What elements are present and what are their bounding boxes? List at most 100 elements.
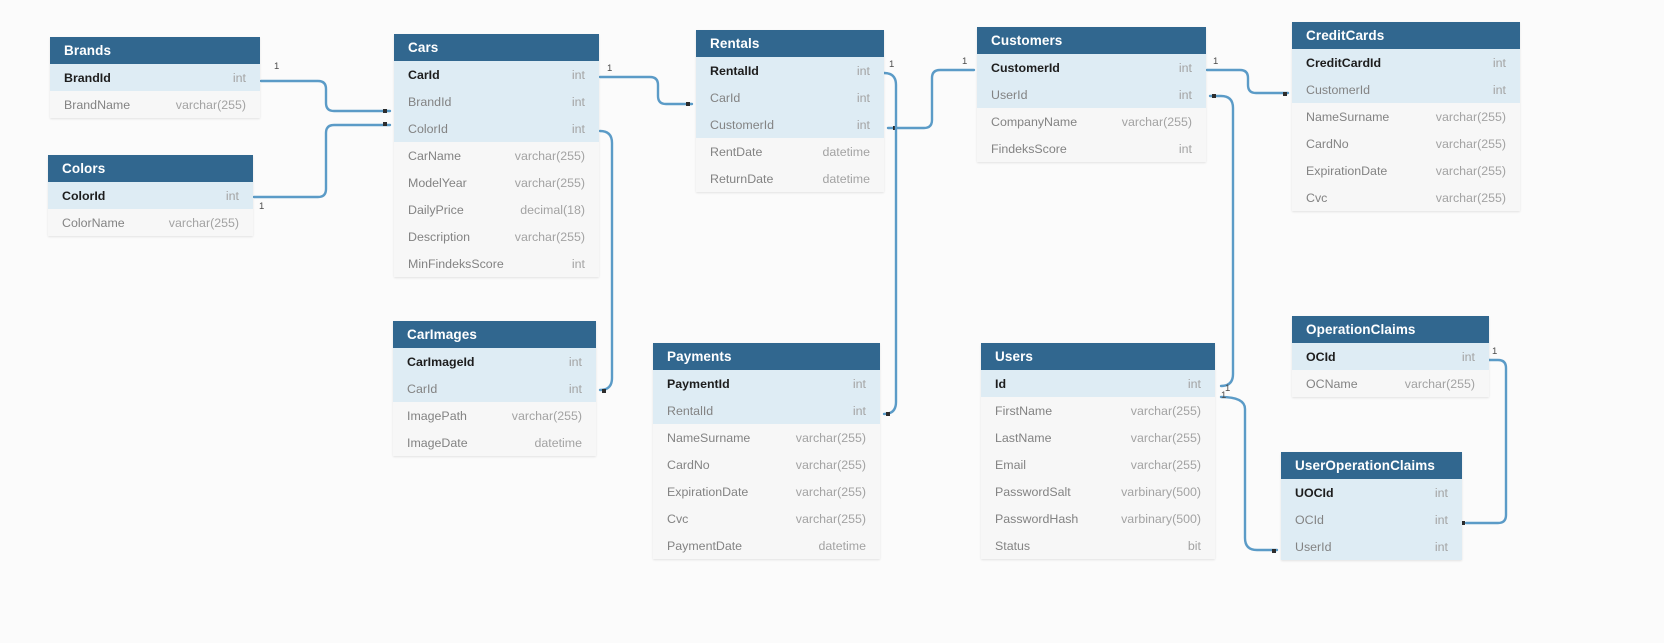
attribute-row[interactable]: CustomerId int: [1292, 76, 1520, 103]
attribute-row[interactable]: OCName varchar(255): [1292, 370, 1489, 397]
attribute-name: UserId: [991, 87, 1028, 102]
attribute-row[interactable]: Status bit: [981, 532, 1215, 559]
entity-payments[interactable]: Payments PaymentId int RentalId int NameSurna…: [653, 343, 880, 559]
attribute-row[interactable]: RentalId int: [696, 57, 884, 84]
link-cars-rentals: [598, 75, 694, 106]
attribute-type: varbinary(500): [1121, 484, 1201, 499]
attribute-row[interactable]: CarId int: [393, 375, 596, 402]
entity-carimages[interactable]: CarImages CarImageId int CarId int ImagePath v…: [393, 321, 596, 456]
attribute-row[interactable]: ColorName varchar(255): [48, 209, 253, 236]
attribute-name: BrandId: [64, 70, 111, 85]
attribute-row[interactable]: UserId int: [1281, 533, 1462, 560]
attribute-row[interactable]: Cvc varchar(255): [1292, 184, 1520, 211]
attribute-row[interactable]: ColorId int: [48, 182, 253, 209]
link-cars-carimages: [598, 129, 614, 392]
attribute-name: ExpirationDate: [1306, 163, 1388, 178]
attribute-name: RentDate: [710, 144, 763, 159]
attribute-type: int: [1178, 87, 1192, 102]
attribute-type: varchar(255): [1435, 109, 1506, 124]
attribute-row[interactable]: CustomerId int: [977, 54, 1206, 81]
attribute-row[interactable]: FindeksScore int: [977, 135, 1206, 162]
attribute-type: int: [568, 381, 582, 396]
attribute-row[interactable]: NameSurname varchar(255): [1292, 103, 1520, 130]
attribute-row[interactable]: RentDate datetime: [696, 138, 884, 165]
entity-rentals[interactable]: Rentals RentalId int CarId int CustomerId int R…: [696, 30, 884, 192]
attribute-row[interactable]: OCId int: [1281, 506, 1462, 533]
attribute-row[interactable]: Email varchar(255): [981, 451, 1215, 478]
one-cardinality-label: 1: [1213, 56, 1219, 67]
attribute-row[interactable]: PasswordSalt varbinary(500): [981, 478, 1215, 505]
attribute-row[interactable]: CardNo varchar(255): [653, 451, 880, 478]
attribute-row[interactable]: ImagePath varchar(255): [393, 402, 596, 429]
attribute-row[interactable]: CreditCardId int: [1292, 49, 1520, 76]
attribute-name: PaymentDate: [667, 538, 743, 553]
attribute-row[interactable]: ModelYear varchar(255): [394, 169, 599, 196]
attribute-type: int: [571, 121, 585, 136]
attribute-name: PaymentId: [667, 376, 730, 391]
entity-title-users: Users: [981, 343, 1215, 370]
attribute-type: varchar(255): [795, 430, 866, 445]
attribute-row[interactable]: CustomerId int: [696, 111, 884, 138]
attribute-type: varchar(255): [514, 148, 585, 163]
attribute-row[interactable]: CarId int: [696, 84, 884, 111]
entity-title-colors: Colors: [48, 155, 253, 182]
attribute-row[interactable]: DailyPrice decimal(18): [394, 196, 599, 223]
attribute-row[interactable]: FirstName varchar(255): [981, 397, 1215, 424]
attribute-type: bit: [1187, 538, 1201, 553]
attribute-row[interactable]: LastName varchar(255): [981, 424, 1215, 451]
attribute-row[interactable]: CarImageId int: [393, 348, 596, 375]
entity-cars[interactable]: Cars CarId int BrandId int ColorId int CarName v…: [394, 34, 599, 277]
many-cardinality-marker: [383, 122, 387, 126]
attribute-name: PasswordSalt: [995, 484, 1071, 499]
entity-users[interactable]: Users Id int FirstName varchar(255) LastName v…: [981, 343, 1215, 559]
attribute-row[interactable]: ExpirationDate varchar(255): [653, 478, 880, 505]
attribute-row[interactable]: MinFindeksScore int: [394, 250, 599, 277]
attribute-row[interactable]: CarName varchar(255): [394, 142, 599, 169]
entity-brands[interactable]: Brands BrandId int BrandName varchar(255): [50, 37, 260, 118]
attribute-row[interactable]: ExpirationDate varchar(255): [1292, 157, 1520, 184]
attribute-row[interactable]: ColorId int: [394, 115, 599, 142]
entity-creditcards[interactable]: CreditCards CreditCardId int CustomerId int N…: [1292, 22, 1520, 211]
entity-colors[interactable]: Colors ColorId int ColorName varchar(255): [48, 155, 253, 236]
attribute-row[interactable]: BrandId int: [50, 64, 260, 91]
attribute-row[interactable]: CompanyName varchar(255): [977, 108, 1206, 135]
attribute-row[interactable]: UOCId int: [1281, 479, 1462, 506]
attribute-type: int: [571, 67, 585, 82]
attribute-row[interactable]: ImageDate datetime: [393, 429, 596, 456]
attribute-row[interactable]: NameSurname varchar(255): [653, 424, 880, 451]
attribute-row[interactable]: RentalId int: [653, 397, 880, 424]
entity-useroperationclaims[interactable]: UserOperationClaims UOCId int OCId int UserId…: [1281, 452, 1462, 560]
many-cardinality-marker: [383, 109, 387, 113]
attribute-name: FirstName: [995, 403, 1053, 418]
er-diagram-canvas: Brands BrandId int BrandName varchar(255) Col…: [0, 0, 1664, 643]
attribute-name: CompanyName: [991, 114, 1078, 129]
attribute-row[interactable]: PaymentId int: [653, 370, 880, 397]
attribute-row[interactable]: CarId int: [394, 61, 599, 88]
attribute-type: int: [856, 63, 870, 78]
attribute-row[interactable]: BrandId int: [394, 88, 599, 115]
attribute-row[interactable]: PasswordHash varbinary(500): [981, 505, 1215, 532]
entity-customers[interactable]: Customers CustomerId int UserId int CompanyNa…: [977, 27, 1206, 162]
attribute-row[interactable]: Id int: [981, 370, 1215, 397]
attribute-type: varchar(255): [1130, 430, 1201, 445]
attribute-row[interactable]: ReturnDate datetime: [696, 165, 884, 192]
attribute-type: varchar(255): [795, 511, 866, 526]
attribute-name: CarId: [408, 67, 440, 82]
attribute-row[interactable]: Cvc varchar(255): [653, 505, 880, 532]
attribute-type: int: [1492, 82, 1506, 97]
link-customers-rentals: [886, 68, 976, 130]
attribute-row[interactable]: UserId int: [977, 81, 1206, 108]
attribute-row[interactable]: CardNo varchar(255): [1292, 130, 1520, 157]
attribute-type: int: [852, 376, 866, 391]
attribute-row[interactable]: BrandName varchar(255): [50, 91, 260, 118]
link-customers-creditcards: [1205, 68, 1290, 95]
attribute-type: int: [1492, 55, 1506, 70]
entity-operationclaims[interactable]: OperationClaims OCId int OCName varchar(255): [1292, 316, 1489, 397]
attribute-row[interactable]: Description varchar(255): [394, 223, 599, 250]
attribute-name: Cvc: [667, 511, 689, 526]
attribute-name: OCName: [1306, 376, 1358, 391]
many-cardinality-marker: [886, 412, 890, 416]
attribute-type: varchar(255): [1435, 163, 1506, 178]
attribute-row[interactable]: OCId int: [1292, 343, 1489, 370]
attribute-row[interactable]: PaymentDate datetime: [653, 532, 880, 559]
